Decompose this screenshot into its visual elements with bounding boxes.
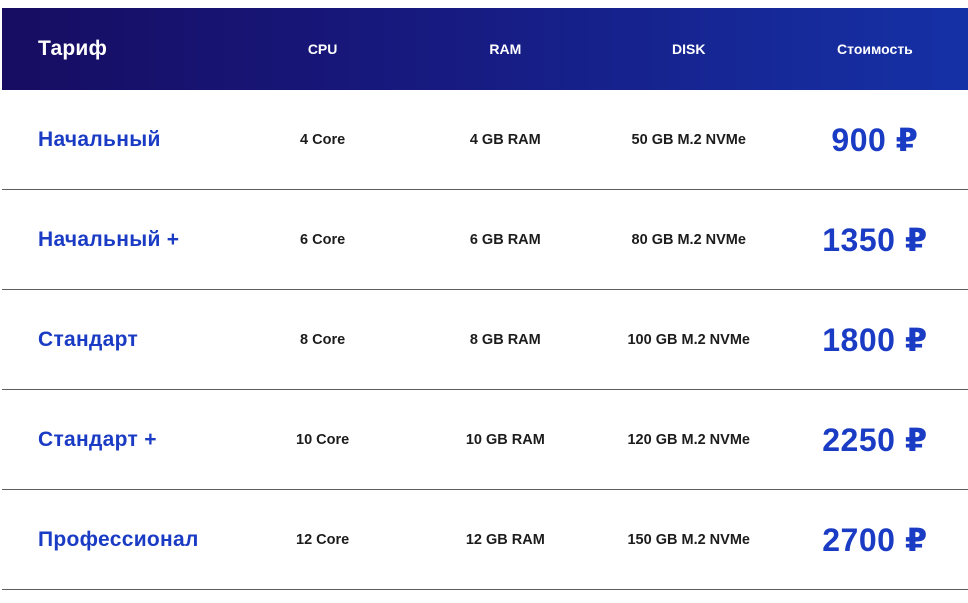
price-value: 1800 ₽: [822, 321, 928, 358]
ram-value: 12 GB RAM: [465, 531, 545, 548]
ram-value: 8 GB RAM: [469, 331, 541, 348]
header-plan: Тариф: [38, 37, 108, 60]
price-value: 2700 ₽: [822, 521, 928, 558]
header-price: Стоимость: [837, 41, 913, 57]
plan-name: Стандарт +: [38, 427, 157, 451]
table-row: Профессионал 12 Core 12 GB RAM 150 GB M.…: [2, 490, 968, 590]
table-header: Тариф CPU RAM DISK Стоимость: [2, 8, 968, 90]
price-value: 1350 ₽: [822, 221, 928, 258]
ram-value: 10 GB RAM: [465, 431, 545, 448]
ram-value: 4 GB RAM: [469, 131, 541, 148]
table-row: Начальный + 6 Core 6 GB RAM 80 GB M.2 NV…: [2, 190, 968, 290]
price-value: 900 ₽: [831, 121, 919, 158]
plan-name: Начальный: [38, 127, 161, 151]
disk-value: 120 GB M.2 NVMe: [627, 431, 750, 448]
table-row: Начальный 4 Core 4 GB RAM 50 GB M.2 NVMe…: [2, 90, 968, 190]
table-row: Стандарт + 10 Core 10 GB RAM 120 GB M.2 …: [2, 390, 968, 490]
disk-value: 150 GB M.2 NVMe: [627, 531, 750, 548]
plan-name: Профессионал: [38, 527, 199, 551]
pricing-table: Тариф CPU RAM DISK Стоимость Начальный 4…: [2, 8, 968, 590]
disk-value: 80 GB M.2 NVMe: [631, 231, 746, 248]
header-ram: RAM: [489, 41, 522, 57]
disk-value: 50 GB M.2 NVMe: [631, 131, 746, 148]
disk-value: 100 GB M.2 NVMe: [627, 331, 750, 348]
cpu-value: 10 Core: [296, 431, 350, 448]
plan-name: Стандарт: [38, 327, 139, 351]
plan-name: Начальный +: [38, 227, 180, 251]
ram-value: 6 GB RAM: [469, 231, 541, 248]
cpu-value: 8 Core: [300, 331, 346, 348]
header-cpu: CPU: [307, 41, 338, 57]
cpu-value: 4 Core: [300, 131, 346, 148]
header-disk: DISK: [672, 41, 706, 57]
table-row: Стандарт 8 Core 8 GB RAM 100 GB M.2 NVMe…: [2, 290, 968, 390]
cpu-value: 6 Core: [300, 231, 346, 248]
cpu-value: 12 Core: [296, 531, 350, 548]
price-value: 2250 ₽: [822, 421, 928, 458]
